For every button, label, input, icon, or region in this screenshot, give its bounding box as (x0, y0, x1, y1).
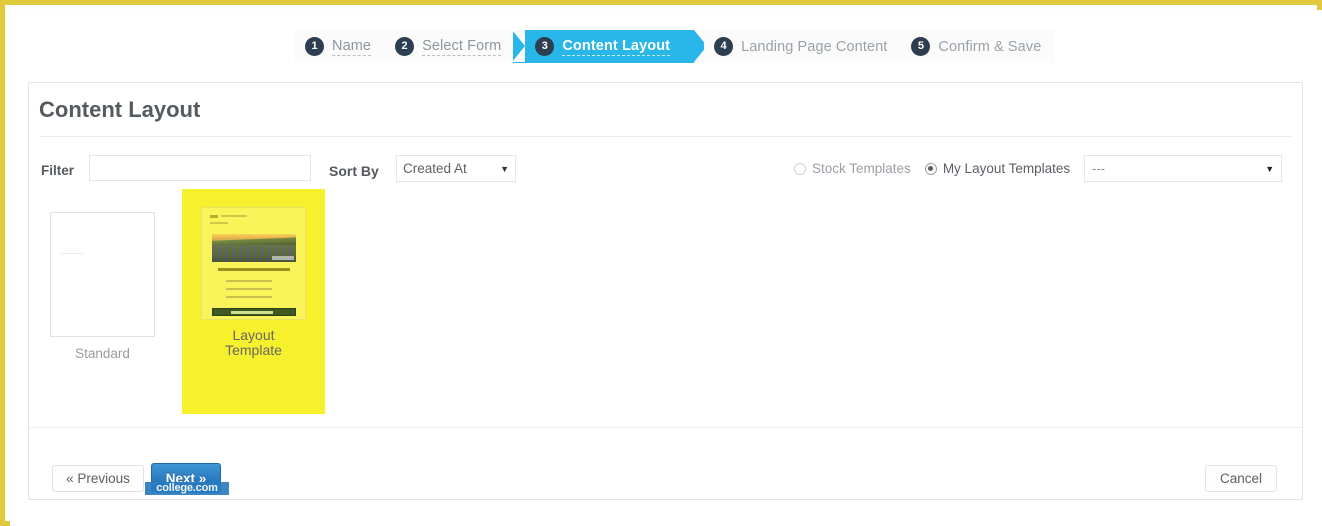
sort-by-select[interactable]: Created At ▼ (396, 155, 516, 182)
template-thumbnail-standard (50, 212, 155, 337)
preview-headline (218, 268, 290, 271)
cancel-button[interactable]: Cancel (1205, 465, 1277, 492)
radio-icon (794, 162, 806, 175)
preview-logo-text (221, 215, 247, 217)
step-number-badge: 3 (535, 37, 555, 56)
preview-body-line (226, 296, 272, 298)
wizard-step-content-layout[interactable]: 3 Content Layout (512, 30, 707, 63)
sort-by-label: Sort By (329, 163, 379, 179)
step-number-badge: 2 (395, 37, 415, 56)
wizard-step-select-form[interactable]: 2 Select Form (385, 30, 516, 63)
chevron-down-icon: ▼ (500, 163, 509, 174)
template-name: Standard (75, 346, 130, 361)
preview-hero-image (212, 234, 296, 262)
radio-stock-templates[interactable]: Stock Templates (794, 161, 911, 176)
watermark-text: college.com (145, 482, 229, 495)
wizard-steps: 1 Name 2 Select Form 3 Content Layout 4 … (295, 30, 1056, 63)
placeholder-line (61, 253, 83, 254)
template-card-layout-template[interactable]: Layout Template (182, 189, 325, 414)
footer-divider (29, 427, 1302, 428)
sort-by-value: Created At (403, 161, 467, 176)
template-thumbnail-layout (201, 207, 306, 320)
wizard-step-confirm-save[interactable]: 5 Confirm & Save (901, 30, 1056, 63)
template-source-group: Stock Templates My Layout Templates --- … (794, 155, 1283, 182)
radio-label: Stock Templates (812, 161, 911, 176)
page-frame: 1 Name 2 Select Form 3 Content Layout 4 … (0, 0, 1322, 526)
template-name-line2: Template (225, 342, 282, 358)
template-card-standard[interactable]: Standard (41, 189, 164, 361)
title-divider (39, 136, 1292, 137)
template-gallery: Standard Layout Template (41, 189, 325, 414)
wizard-step-landing-page-content[interactable]: 4 Landing Page Content (704, 30, 902, 63)
chevron-down-icon: ▼ (1265, 163, 1275, 174)
template-filter-value: --- (1092, 161, 1106, 176)
preview-cta-label (231, 311, 273, 314)
radio-label: My Layout Templates (942, 161, 1071, 176)
wizard-step-name[interactable]: 1 Name (295, 30, 386, 63)
wizard-step-label: Landing Page Content (741, 38, 888, 55)
wizard-step-label: Name (332, 37, 372, 56)
content-layout-card: Content Layout Filter Sort By Created At… (28, 82, 1303, 500)
preview-hero-badge (272, 256, 294, 260)
previous-button[interactable]: « Previous (52, 465, 144, 492)
page-body: 1 Name 2 Select Form 3 Content Layout 4 … (10, 10, 1322, 526)
radio-icon-selected (924, 162, 937, 175)
filter-label: Filter (41, 163, 75, 178)
wizard-step-label: Confirm & Save (938, 38, 1042, 55)
preview-subtext (210, 222, 228, 224)
preview-cta-button (212, 308, 296, 316)
filter-input[interactable] (89, 155, 311, 181)
preview-logo-mark (210, 215, 218, 218)
step-number-badge: 5 (911, 37, 931, 56)
template-name: Layout Template (182, 328, 325, 358)
preview-body-line (226, 288, 272, 290)
step-number-badge: 4 (714, 37, 734, 56)
radio-my-layout-templates[interactable]: My Layout Templates (924, 161, 1071, 176)
thumbnail-preview (202, 208, 305, 319)
wizard-step-label: Select Form (422, 37, 502, 56)
step-number-badge: 1 (305, 37, 324, 56)
template-filter-select[interactable]: --- ▼ (1084, 155, 1283, 182)
wizard-step-label: Content Layout (562, 37, 671, 56)
template-name-line1: Layout (232, 327, 275, 343)
preview-body-line (226, 280, 272, 282)
page-title: Content Layout (39, 97, 201, 122)
